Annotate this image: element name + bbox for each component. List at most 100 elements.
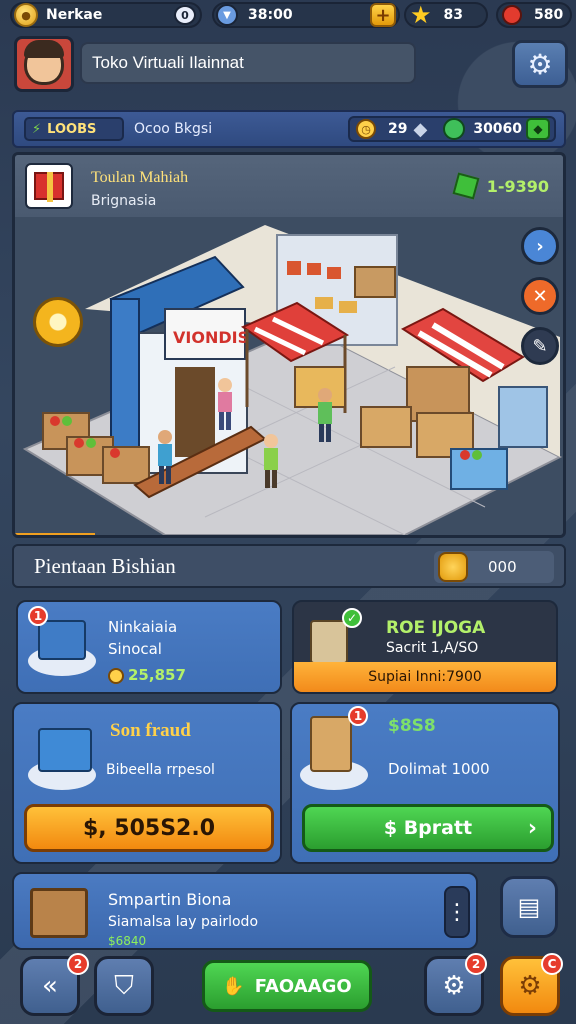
machine-icon	[38, 728, 92, 772]
wrench-icon: ✎	[532, 335, 548, 357]
settings-button[interactable]: ⚙	[512, 40, 568, 88]
stars-pill[interactable]: ★ 83	[404, 1, 488, 29]
alert-icon: ⚙	[442, 971, 466, 1001]
shop-header: Toulan Mahiah Brignasia 1-9390	[15, 155, 563, 217]
bag-icon: ◆	[413, 118, 428, 140]
card1-value: 25,857	[128, 666, 186, 684]
card2-footer[interactable]: Supiai Inni:7900	[294, 662, 556, 692]
document-button[interactable]: ▤	[500, 876, 558, 938]
gift-icon[interactable]	[25, 163, 73, 209]
level-badge[interactable]: ⚡ LOOBS	[24, 117, 124, 141]
add-currency-button[interactable]: +	[370, 3, 396, 27]
item-card-1[interactable]: 1 Ninkaiaia Sinocal 25,857	[16, 600, 282, 694]
card4-sub: Dolimat 1000	[388, 760, 490, 778]
item-card-4[interactable]: 1 $8S8 Dolimat 1000 $ Bpratt ›	[290, 702, 560, 864]
store-illustration: VIONDIS	[15, 217, 563, 535]
shield-icon: ▼	[216, 4, 238, 26]
section-value: 000	[488, 558, 517, 576]
register-icon	[38, 620, 86, 660]
settings-nav-button[interactable]: ⚙ C	[500, 953, 563, 1016]
card1-sub: Sinocal	[108, 640, 162, 658]
shop-bag-button[interactable]: ⛉	[94, 956, 154, 1016]
coin-icon: ●	[14, 3, 38, 27]
cube-icon	[452, 172, 480, 200]
bag-icon: ⛉	[114, 970, 134, 1001]
section-title: Pientaan Bishian	[34, 554, 176, 578]
page-title-text: Toko Virtuali Ilainnat	[92, 53, 244, 72]
section-header: Pientaan Bishian 000	[12, 544, 566, 588]
resource-label: Ocoo Bkgsi	[134, 121, 213, 137]
page-title: Toko Virtuali Ilainnat	[80, 42, 416, 84]
info-value: $6840	[108, 934, 147, 948]
check-icon: ✓	[342, 608, 362, 628]
alerts-button[interactable]: ⚙ 2	[424, 953, 487, 1016]
back-badge: 2	[67, 953, 89, 975]
info-icon[interactable]: 0	[174, 5, 196, 25]
box-icon	[310, 716, 352, 772]
card4-badge: 1	[348, 706, 368, 726]
crate-icon	[30, 888, 88, 938]
store-sign-text: VIONDIS	[173, 328, 249, 347]
card2-title: ROE IJOGA	[386, 618, 486, 638]
avatar-face-icon	[24, 40, 64, 85]
player-name: Nerkae	[46, 7, 103, 23]
star-icon: ★	[410, 1, 432, 29]
buy-button[interactable]: $, 505S2.0	[24, 804, 274, 852]
sell-button[interactable]: $ Bpratt ›	[302, 804, 554, 852]
settings-badge: C	[541, 953, 563, 975]
gem-icon	[502, 5, 522, 25]
item-card-2[interactable]: ✓ ROE IJOGA Sacrit 1,A/SO Supiai Inni:79…	[292, 600, 558, 694]
shop-price: 1-9390	[452, 172, 549, 200]
player-pill[interactable]: ● Nerkae 0	[10, 2, 202, 28]
close-icon: ✕	[532, 285, 548, 307]
coin-stack-icon	[438, 552, 468, 582]
main-action-label: FAOAAGO	[254, 975, 352, 997]
info-bar[interactable]: Smpartin Biona Siamalsa lay pairlodo $68…	[12, 872, 478, 950]
chevron-right-icon: ›	[527, 815, 537, 841]
card1-name: Ninkaiaia	[108, 618, 178, 636]
resource-count: 29	[388, 121, 408, 137]
card3-title: Son fraud	[110, 720, 191, 741]
alerts-badge: 2	[465, 953, 487, 975]
sell-button-label: $ Bpratt	[383, 817, 473, 839]
close-button[interactable]: ✕	[521, 277, 559, 315]
level-badge-label: LOOBS	[47, 121, 97, 137]
more-options-button[interactable]: ⋮	[444, 886, 470, 938]
card3-sub: Bibeella rrpesol	[106, 762, 215, 778]
avatar[interactable]	[14, 36, 74, 92]
card1-badge: 1	[28, 606, 48, 626]
card2-sub: Sacrit 1,A/SO	[386, 640, 479, 656]
currency-value: 38:00	[248, 7, 293, 23]
currency-pill[interactable]: ▼ 38:00 +	[212, 2, 400, 28]
back-button[interactable]: « 2	[20, 953, 89, 1016]
status-bar: ● Nerkae 0 ▼ 38:00 + ★ 83 580	[0, 0, 576, 30]
isometric-store-scene[interactable]: VIONDIS › ✕ ✎	[15, 217, 563, 535]
back-arrow-icon: «	[42, 971, 58, 1001]
shop-panel: Toulan Mahiah Brignasia 1-9390 VIONDIS ›…	[12, 152, 566, 538]
bolt-icon: ⚡	[32, 121, 42, 137]
tools-button[interactable]: ✎	[521, 327, 559, 365]
card4-title: $8S8	[388, 716, 436, 736]
clock-icon: ◷	[356, 119, 376, 139]
stars-value: 83	[443, 7, 463, 23]
collect-money-button[interactable]: ◆	[526, 118, 550, 140]
shop-price-value: 1-9390	[486, 176, 549, 196]
chevron-right-icon: ›	[536, 235, 544, 257]
money-value: 30060	[473, 121, 523, 137]
info-title: Smpartin Biona	[108, 890, 232, 909]
money-icon	[443, 118, 466, 140]
main-action-button[interactable]: ✋ FAOAAGO	[202, 960, 372, 1012]
resource-counters: ◷ 29 ◆ 30060 ◆	[348, 116, 556, 142]
shop-subtitle: Brignasia	[91, 193, 157, 209]
upgrade-gear-button[interactable]	[33, 297, 83, 347]
gear-icon: ⚙	[527, 47, 553, 81]
resource-bar: ⚡ LOOBS Ocoo Bkgsi ◷ 29 ◆ 30060 ◆	[12, 110, 566, 148]
coin-icon	[108, 668, 124, 684]
document-icon: ▤	[517, 893, 541, 921]
info-sub: Siamalsa lay pairlodo	[108, 914, 259, 930]
item-card-3[interactable]: Son fraud Bibeella rrpesol $, 505S2.0	[12, 702, 282, 864]
section-value-box[interactable]: 000	[434, 551, 554, 583]
cash-register-icon	[310, 620, 348, 664]
next-button[interactable]: ›	[521, 227, 559, 265]
gems-pill[interactable]: 580	[496, 2, 572, 28]
